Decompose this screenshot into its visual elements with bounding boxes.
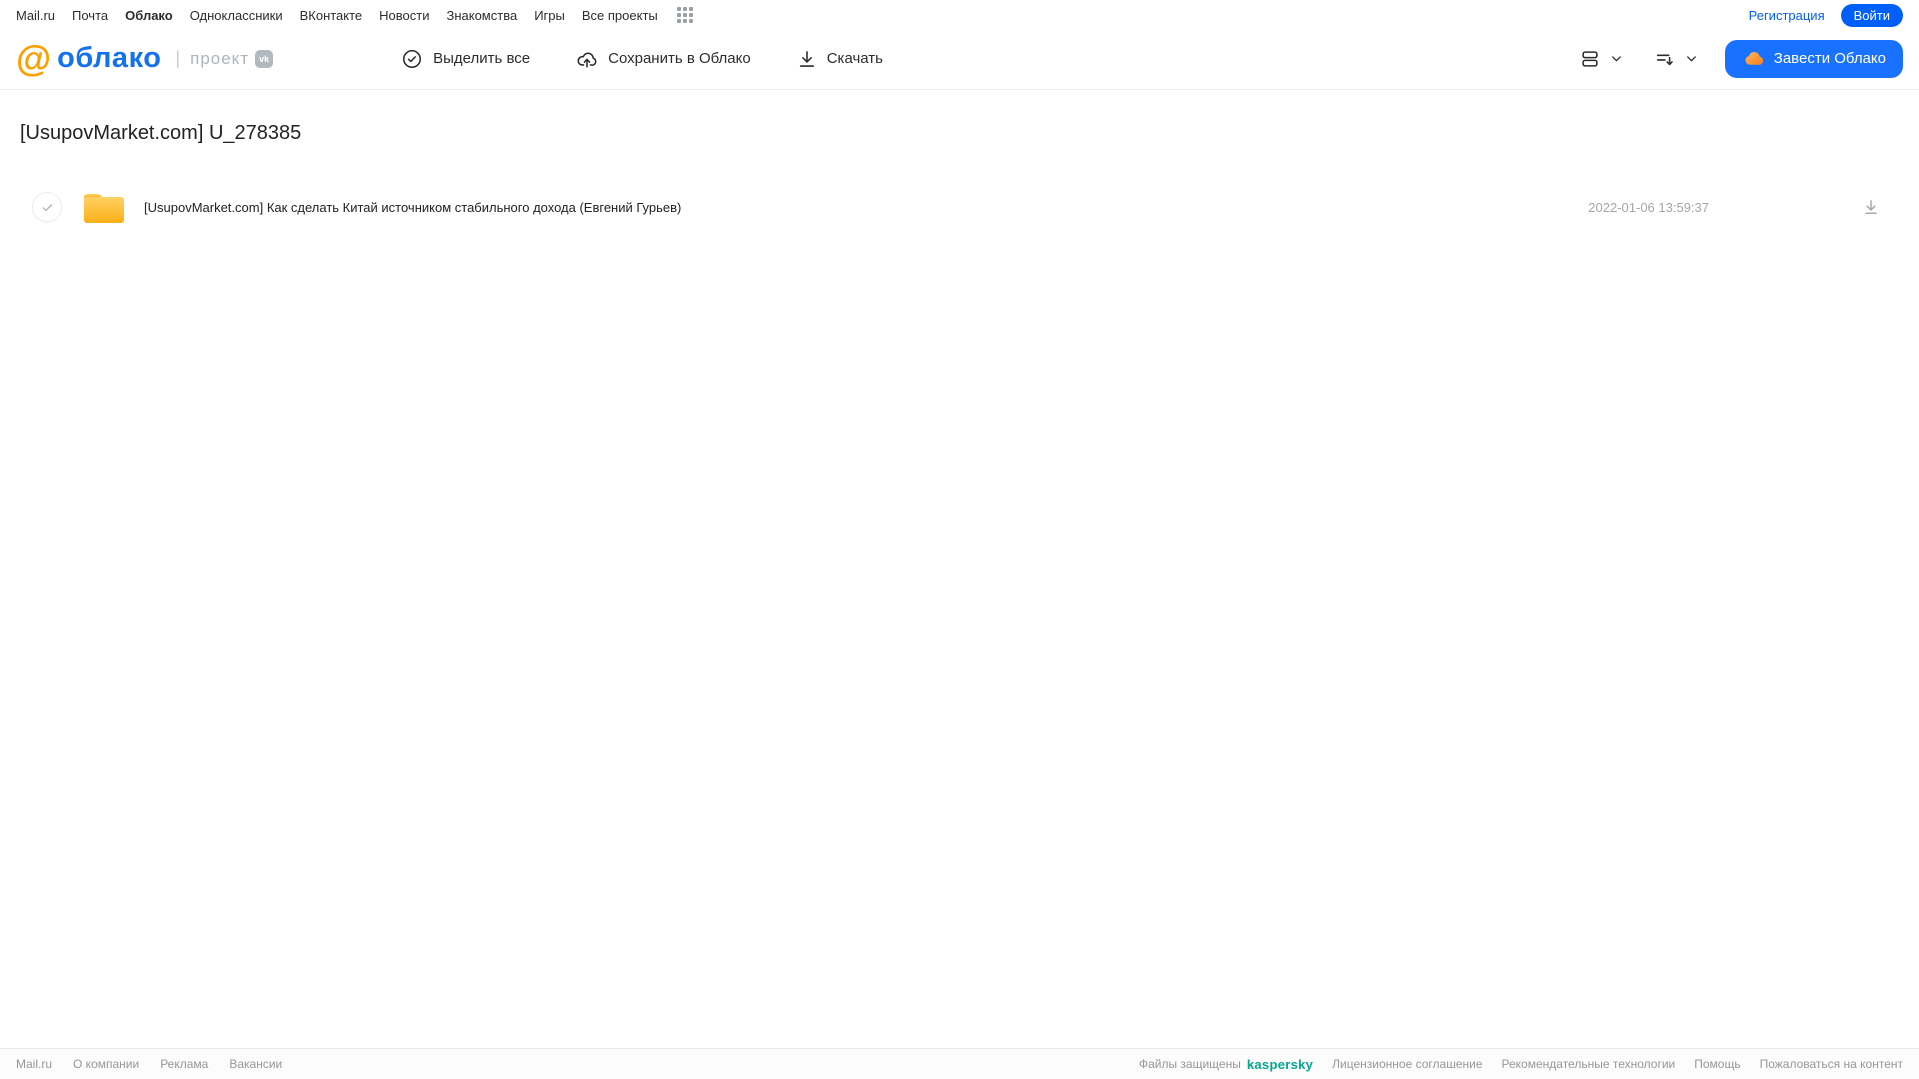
save-to-cloud-label: Сохранить в Облако	[608, 50, 751, 67]
mailru-at-icon: @	[16, 37, 52, 79]
view-mode-selector[interactable]	[1579, 48, 1624, 70]
download-icon	[797, 49, 817, 69]
save-to-cloud-button[interactable]: Сохранить в Облако	[576, 48, 751, 70]
view-controls	[1579, 48, 1699, 70]
download-label: Скачать	[826, 50, 883, 67]
nav-link-odnoklassniki[interactable]: Одноклассники	[190, 8, 283, 23]
project-label: проект	[190, 48, 250, 68]
kaspersky-logo[interactable]: kaspersky	[1247, 1057, 1313, 1072]
download-button[interactable]: Скачать	[797, 49, 883, 69]
footer-link-recommendation-tech[interactable]: Рекомендательные технологии	[1502, 1057, 1676, 1071]
main-content: [UsupovMarket.com] U_278385 [UsupovMarke…	[0, 122, 1919, 231]
nav-link-pochta[interactable]: Почта	[72, 8, 108, 23]
logo-text: облако	[57, 42, 162, 74]
nav-link-vkontakte[interactable]: ВКонтакте	[300, 8, 363, 23]
create-cloud-button[interactable]: Завести Облако	[1724, 39, 1903, 78]
nav-link-novosti[interactable]: Новости	[379, 8, 429, 23]
footer-link-about[interactable]: О компании	[73, 1057, 139, 1071]
kaspersky-protection: Файлы защищены kaspersky	[1139, 1057, 1313, 1072]
file-modified-date: 2022-01-06 13:59:37	[1588, 199, 1709, 215]
footer-link-jobs[interactable]: Вакансии	[229, 1057, 282, 1071]
nav-link-znakomstva[interactable]: Знакомства	[446, 8, 517, 23]
sort-icon	[1654, 48, 1676, 70]
check-icon	[42, 203, 52, 211]
file-row[interactable]: [UsupovMarket.com] Как сделать Китай ист…	[20, 183, 1899, 231]
file-name[interactable]: [UsupovMarket.com] Как сделать Китай ист…	[144, 200, 681, 215]
select-all-label: Выделить все	[433, 50, 531, 67]
footer-link-report-content[interactable]: Пожаловаться на контент	[1760, 1057, 1903, 1071]
apps-grid-icon[interactable]	[676, 7, 693, 23]
login-button[interactable]: Войти	[1840, 3, 1903, 27]
auth-area: Регистрация Войти	[1749, 3, 1903, 27]
cloud-logo[interactable]: @ облако | проект vk	[16, 37, 274, 79]
header: @ облако | проект vk Выделить все Сохран…	[0, 28, 1919, 90]
logo-divider: |	[175, 48, 181, 68]
footer: Mail.ru О компании Реклама Вакансии Файл…	[0, 1048, 1919, 1079]
nav-link-igry[interactable]: Игры	[534, 8, 565, 23]
footer-left-links: Mail.ru О компании Реклама Вакансии	[16, 1057, 282, 1071]
check-circle-icon	[401, 48, 423, 70]
nav-link-all-projects[interactable]: Все проекты	[582, 8, 658, 23]
nav-link-oblako[interactable]: Облако	[125, 8, 173, 23]
footer-right-links: Файлы защищены kaspersky Лицензионное со…	[1139, 1057, 1903, 1072]
create-cloud-label: Завести Облако	[1773, 50, 1886, 67]
nav-link-mailru[interactable]: Mail.ru	[16, 8, 55, 23]
file-checkbox[interactable]	[32, 192, 62, 222]
footer-link-ads[interactable]: Реклама	[160, 1057, 208, 1071]
register-link[interactable]: Регистрация	[1749, 8, 1825, 23]
footer-link-mailru[interactable]: Mail.ru	[16, 1057, 52, 1071]
folder-icon[interactable]	[82, 188, 126, 226]
chevron-down-icon	[1684, 51, 1699, 66]
vk-badge-icon: vk	[255, 49, 274, 68]
sort-selector[interactable]	[1654, 48, 1699, 70]
select-all-button[interactable]: Выделить все	[401, 48, 530, 70]
portal-nav: Mail.ru Почта Облако Одноклассники ВКонт…	[16, 7, 693, 23]
chevron-down-icon	[1609, 51, 1624, 66]
orange-cloud-icon	[1742, 47, 1765, 70]
top-utility-bar: Mail.ru Почта Облако Одноклассники ВКонт…	[0, 0, 1919, 28]
file-toolbar: Выделить все Сохранить в Облако Скачать	[401, 48, 883, 70]
cloud-upload-icon	[576, 48, 598, 70]
page-title: [UsupovMarket.com] U_278385	[20, 122, 302, 144]
footer-link-help[interactable]: Помощь	[1694, 1057, 1740, 1071]
file-download-icon[interactable]	[1861, 197, 1881, 217]
list-view-icon	[1579, 48, 1601, 70]
files-protected-label: Файлы защищены	[1138, 1057, 1241, 1071]
footer-link-license[interactable]: Лицензионное соглашение	[1332, 1057, 1482, 1071]
